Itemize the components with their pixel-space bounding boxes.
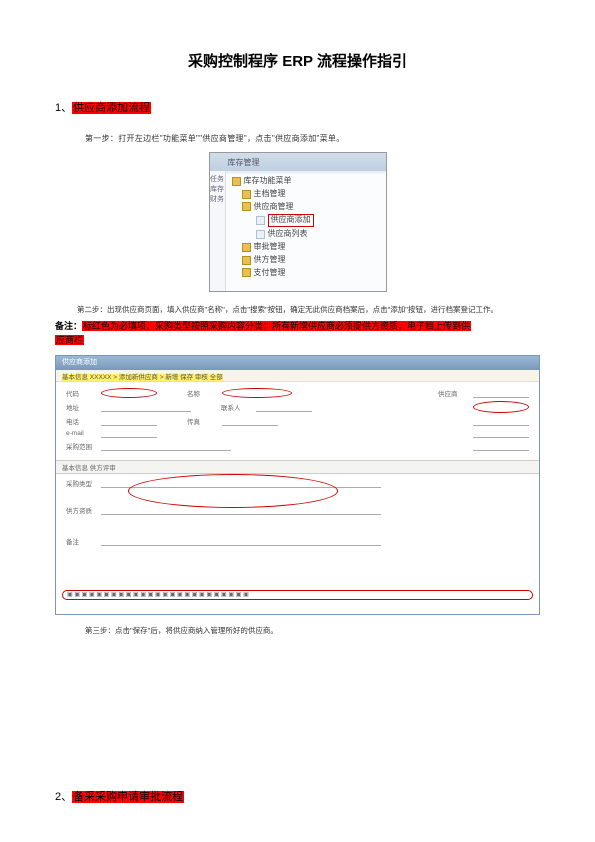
toolbar-text: 基本信息 XXXXX > 添加新供应商 > 新增 保存 审核 全部 [62, 374, 223, 381]
address-input[interactable] [101, 403, 191, 412]
file-icon [256, 216, 265, 225]
form-window-title: 供应商添加 [56, 356, 539, 370]
field-input[interactable] [473, 442, 529, 451]
screenshot-form-window: 供应商添加 基本信息 XXXXX > 添加新供应商 > 新增 保存 审核 全部 … [55, 355, 540, 615]
field-label: 联系人 [221, 402, 253, 412]
field-label: 名称 [187, 388, 219, 398]
form-bottom-toolbar[interactable]: ▣ ▣ ▣ ▣ ▣ ▣ ▣ ▣ ▣ ▣ ▣ ▣ ▣ ▣ ▣ ▣ ▣ ▣ ▣ ▣ … [62, 590, 533, 600]
field-label: 供方资质 [66, 505, 98, 515]
field-label: 供应商 [438, 388, 470, 398]
tree-sidebar: 任务 库存 财务 [210, 171, 226, 291]
form-row: 电话 传真 [66, 416, 529, 426]
annotation-oval [128, 474, 338, 508]
folder-icon [242, 190, 251, 199]
form-upper: 代码 名称 供应商 地址 联系人 电话 传真 e-mail 采购范围 [56, 382, 539, 460]
tree-item-label: 供应商列表 [268, 229, 308, 240]
tree-root-label: 库存功能菜单 [244, 176, 292, 187]
section-1-label: 供应商添加流程 [72, 102, 151, 114]
field-label: 传真 [187, 416, 219, 426]
folder-icon [232, 177, 241, 186]
field-label: 备注 [66, 536, 98, 546]
remark-input[interactable] [101, 537, 381, 546]
tree-item-label: 主档管理 [254, 189, 286, 200]
field-label: 电话 [66, 416, 98, 426]
tree-item-label: 支付管理 [254, 268, 286, 279]
supplier-input[interactable] [473, 389, 529, 398]
form-row: 采购范围 [66, 441, 529, 451]
form-tabs[interactable]: 基本信息 供方评审 [56, 460, 539, 474]
form-row: 代码 名称 供应商 [66, 388, 529, 398]
tree-item-label-highlighted: 供应商添加 [268, 214, 314, 227]
tree-item[interactable]: 审批管理 [228, 241, 384, 254]
phone-input[interactable] [101, 417, 157, 426]
screenshot-tree-panel: 库存管理 任务 库存 财务 库存功能菜单 主档管理 供应商管理 供应商添加 供应 [209, 152, 387, 292]
folder-icon [242, 243, 251, 252]
field-input[interactable] [473, 417, 529, 426]
step-3-text: 第三步：点击"保存"后，将供应商纳入管理所好的供应商。 [85, 625, 540, 636]
field-input[interactable] [473, 429, 529, 438]
tree-item[interactable]: 供应商列表 [228, 228, 384, 241]
tree-item[interactable]: 支付管理 [228, 267, 384, 280]
note-block: 备注：标红色为必填项，采购类型按照采购内容分类；所有新增供应商必须提供方资质，电… [55, 319, 540, 347]
field-label: e-mail [66, 430, 98, 437]
name-input[interactable] [222, 388, 292, 398]
tree-window-title: 库存管理 [210, 153, 386, 171]
field-label: 代码 [66, 388, 98, 398]
section-1-header: 1、供应商添加流程 [55, 99, 540, 115]
section-1-num: 1、 [55, 102, 72, 114]
code-input[interactable] [101, 388, 157, 398]
scope-input[interactable] [101, 442, 231, 451]
form-row: 地址 联系人 [66, 401, 529, 413]
doc-title: 采购控制程序 ERP 流程操作指引 [55, 50, 540, 71]
tree-item[interactable]: 供应商管理 [228, 201, 384, 214]
tree-item[interactable]: 供方管理 [228, 254, 384, 267]
tree-view: 库存功能菜单 主档管理 供应商管理 供应商添加 供应商列表 审批管理 [226, 171, 386, 291]
tree-item-supplier-add[interactable]: 供应商添加 [228, 213, 384, 228]
field-input[interactable] [473, 401, 529, 413]
tree-item-label: 审批管理 [254, 242, 286, 253]
form-toolbar[interactable]: 基本信息 XXXXX > 添加新供应商 > 新增 保存 审核 全部 [56, 370, 539, 382]
note-highlight-2: 应商栏 [55, 335, 84, 345]
form-row: e-mail [66, 429, 529, 438]
step-2-text: 第二步：出现供应商页面，填入供应商"名称"，点击"搜索"按钮，确定无此供应商档案… [77, 304, 540, 315]
step-1-text: 第一步：打开左边栏"功能菜单""供应商管理"，点击"供应商添加"菜单。 [85, 133, 540, 144]
file-icon [256, 230, 265, 239]
folder-icon [242, 268, 251, 277]
fax-input[interactable] [222, 417, 278, 426]
section-2-header: 2、备采采购申请审批流程 [55, 788, 184, 804]
tree-item-label: 供方管理 [254, 255, 286, 266]
field-label: 地址 [66, 402, 98, 412]
tree-item-label: 供应商管理 [254, 202, 294, 213]
email-input[interactable] [101, 429, 157, 438]
section-2-num: 2、 [55, 791, 72, 803]
field-label: 采购类型 [66, 478, 98, 488]
tree-root[interactable]: 库存功能菜单 [228, 175, 384, 188]
field-label: 采购范围 [66, 441, 98, 451]
contact-input[interactable] [256, 403, 312, 412]
section-2-label: 备采采购申请审批流程 [72, 791, 184, 803]
folder-icon [242, 256, 251, 265]
note-highlight-1: 标红色为必填项，采购类型按照采购内容分类；所有新增供应商必须提供方资质，电子档上… [82, 321, 471, 331]
folder-icon [242, 202, 251, 211]
tree-item[interactable]: 主档管理 [228, 188, 384, 201]
note-label: 备注： [55, 321, 82, 331]
